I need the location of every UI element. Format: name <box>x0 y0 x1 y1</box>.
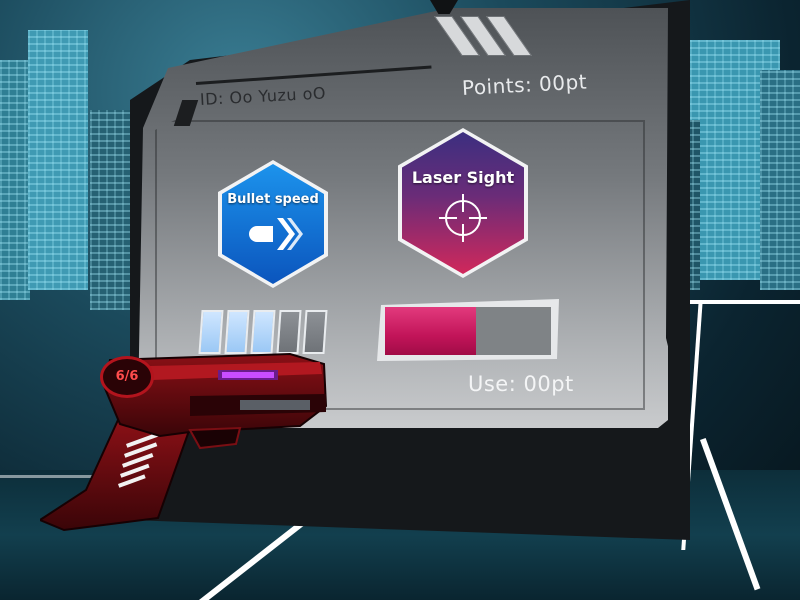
bullet-speed-icon <box>249 218 303 250</box>
player-id: ID: Oo Yuzu oO <box>199 83 327 109</box>
laser-gun[interactable]: 6/6 <box>40 340 340 540</box>
laser-sight-meter-fill <box>385 307 476 355</box>
laser-sight-label: Laser Sight <box>411 168 515 187</box>
bullet-speed-skill-button[interactable]: Bullet speed <box>218 160 328 288</box>
game-scene: ID: Oo Yuzu oO Points: 00pt Bullet speed… <box>0 0 800 600</box>
laser-sight-meter <box>377 299 559 361</box>
crosshair-icon <box>439 194 487 242</box>
laser-sight-meter-empty <box>476 307 551 355</box>
laser-gun-body <box>40 352 328 532</box>
ammo-counter: 6/6 <box>100 356 154 398</box>
bullet-speed-label: Bullet speed <box>227 192 319 207</box>
player-id-bar: ID: Oo Yuzu oO <box>173 65 432 132</box>
laser-sight-skill-button[interactable]: Laser Sight <box>398 128 528 278</box>
use-cost-label: Use: 00pt <box>468 372 574 396</box>
panel-stripes <box>433 8 550 56</box>
